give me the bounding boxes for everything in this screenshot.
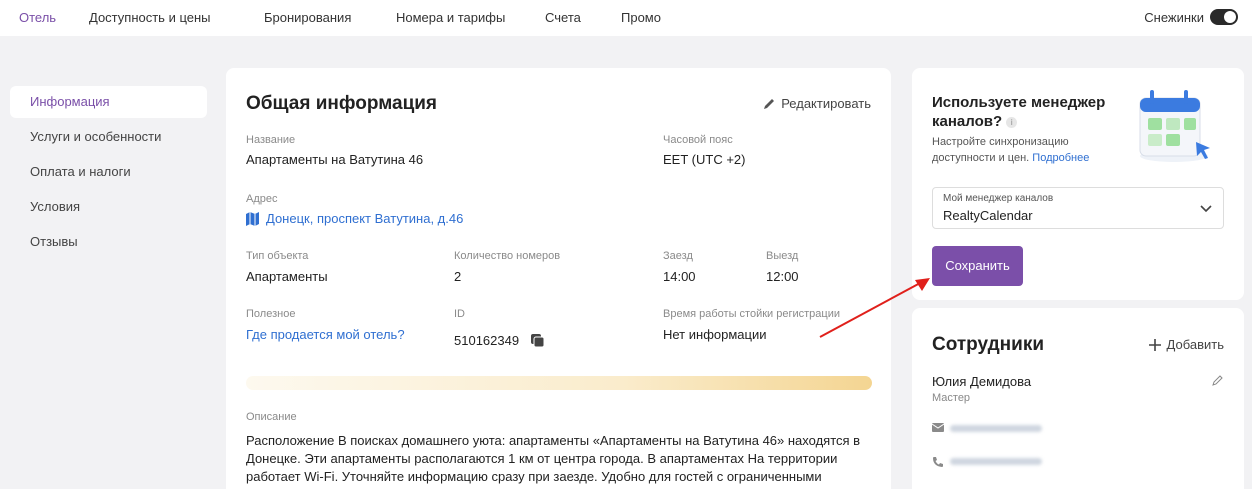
plus-icon <box>1148 338 1161 351</box>
address-label: Адрес <box>246 193 278 205</box>
staff-card: Сотрудники Добавить Юлия Демидова Мастер <box>912 308 1244 489</box>
general-info-card: Общая информация Редактировать Название … <box>226 68 891 489</box>
snowflakes-toggle[interactable] <box>1210 9 1238 25</box>
edit-staff-icon[interactable] <box>1212 374 1224 386</box>
edit-label: Редактировать <box>781 96 871 111</box>
tab-promo[interactable]: Промо <box>621 10 661 25</box>
staff-phone-redacted <box>950 458 1042 465</box>
phone-icon <box>933 457 943 467</box>
top-navigation: Отель Доступность и цены Бронирования Но… <box>0 0 1252 36</box>
staff-email-redacted <box>950 425 1042 432</box>
channel-manager-select[interactable]: Мой менеджер каналов RealtyCalendar <box>932 187 1224 229</box>
address-value: Донецк, проспект Ватутина, д.46 <box>266 211 464 226</box>
mail-icon <box>932 423 944 432</box>
id-row: 510162349 <box>454 333 545 348</box>
timezone-label: Часовой пояс <box>663 134 733 146</box>
rooms-count-value: 2 <box>454 269 462 284</box>
tab-invoices[interactable]: Счета <box>545 10 581 25</box>
staff-role: Мастер <box>932 392 971 404</box>
staff-title: Сотрудники <box>932 334 1045 355</box>
save-button[interactable]: Сохранить <box>932 246 1023 286</box>
info-icon[interactable]: i <box>1006 116 1018 128</box>
tab-bookings[interactable]: Бронирования <box>264 10 351 25</box>
sidebar-item-services[interactable]: Услуги и особенности <box>10 121 207 153</box>
snowflakes-setting: Снежинки <box>1144 9 1238 25</box>
timezone-value: EET (UTC +2) <box>663 152 746 167</box>
more-link[interactable]: Подробнее <box>1032 152 1089 164</box>
copy-icon[interactable] <box>531 333 545 348</box>
object-type-value: Апартаменты <box>246 269 328 284</box>
staff-name: Юлия Демидова <box>932 374 1032 389</box>
description-label: Описание <box>246 411 297 423</box>
sidebar: Информация Услуги и особенности Оплата и… <box>10 86 207 261</box>
sidebar-item-payment-taxes[interactable]: Оплата и налоги <box>10 156 207 188</box>
tab-availability-prices[interactable]: Доступность и цены <box>89 10 211 25</box>
description-text: Расположение В поисках домашнего уюта: а… <box>246 433 861 484</box>
reception-hours-label: Время работы стойки регистрации <box>663 308 841 320</box>
select-value: RealtyCalendar <box>943 208 1033 223</box>
id-value: 510162349 <box>454 333 520 348</box>
checkout-label: Выезд <box>766 250 799 262</box>
tab-hotel[interactable]: Отель <box>19 10 56 25</box>
channel-manager-title: Используете менеджер каналов? i <box>932 93 1132 131</box>
useful-label: Полезное <box>246 308 296 320</box>
page-title: Общая информация <box>246 93 438 114</box>
edit-button[interactable]: Редактировать <box>762 96 871 111</box>
name-value: Апартаменты на Ватутина 46 <box>246 152 424 167</box>
sidebar-item-conditions[interactable]: Условия <box>10 191 207 223</box>
snowflakes-label: Снежинки <box>1144 9 1204 25</box>
reception-hours-value: Нет информации <box>663 327 767 342</box>
sidebar-item-reviews[interactable]: Отзывы <box>10 226 207 258</box>
checkin-value: 14:00 <box>663 269 696 284</box>
add-staff-button[interactable]: Добавить <box>1148 337 1224 352</box>
profile-completion-bar <box>246 376 872 390</box>
checkin-label: Заезд <box>663 250 693 262</box>
channel-manager-hint: Настройте синхронизацию доступности и це… <box>932 134 1122 166</box>
pencil-icon <box>764 98 775 109</box>
id-label: ID <box>454 308 465 320</box>
where-sold-link[interactable]: Где продается мой отель? <box>246 327 405 342</box>
sidebar-item-info[interactable]: Информация <box>10 86 207 118</box>
object-type-label: Тип объекта <box>246 250 309 262</box>
checkout-value: 12:00 <box>766 269 799 284</box>
channel-manager-card: Используете менеджер каналов? i Настройт… <box>912 68 1244 300</box>
select-label: Мой менеджер каналов <box>943 193 1054 204</box>
calendar-illustration-icon <box>1139 90 1210 162</box>
tab-rooms-rates[interactable]: Номера и тарифы <box>396 10 505 25</box>
channel-manager-title-text: Используете менеджер каналов? <box>932 94 1106 130</box>
chevron-down-icon <box>1200 205 1212 213</box>
map-icon <box>246 211 259 226</box>
rooms-count-label: Количество номеров <box>454 250 561 262</box>
name-label: Название <box>246 134 296 146</box>
add-staff-label: Добавить <box>1166 337 1224 352</box>
address-link[interactable]: Донецк, проспект Ватутина, д.46 <box>246 211 463 226</box>
